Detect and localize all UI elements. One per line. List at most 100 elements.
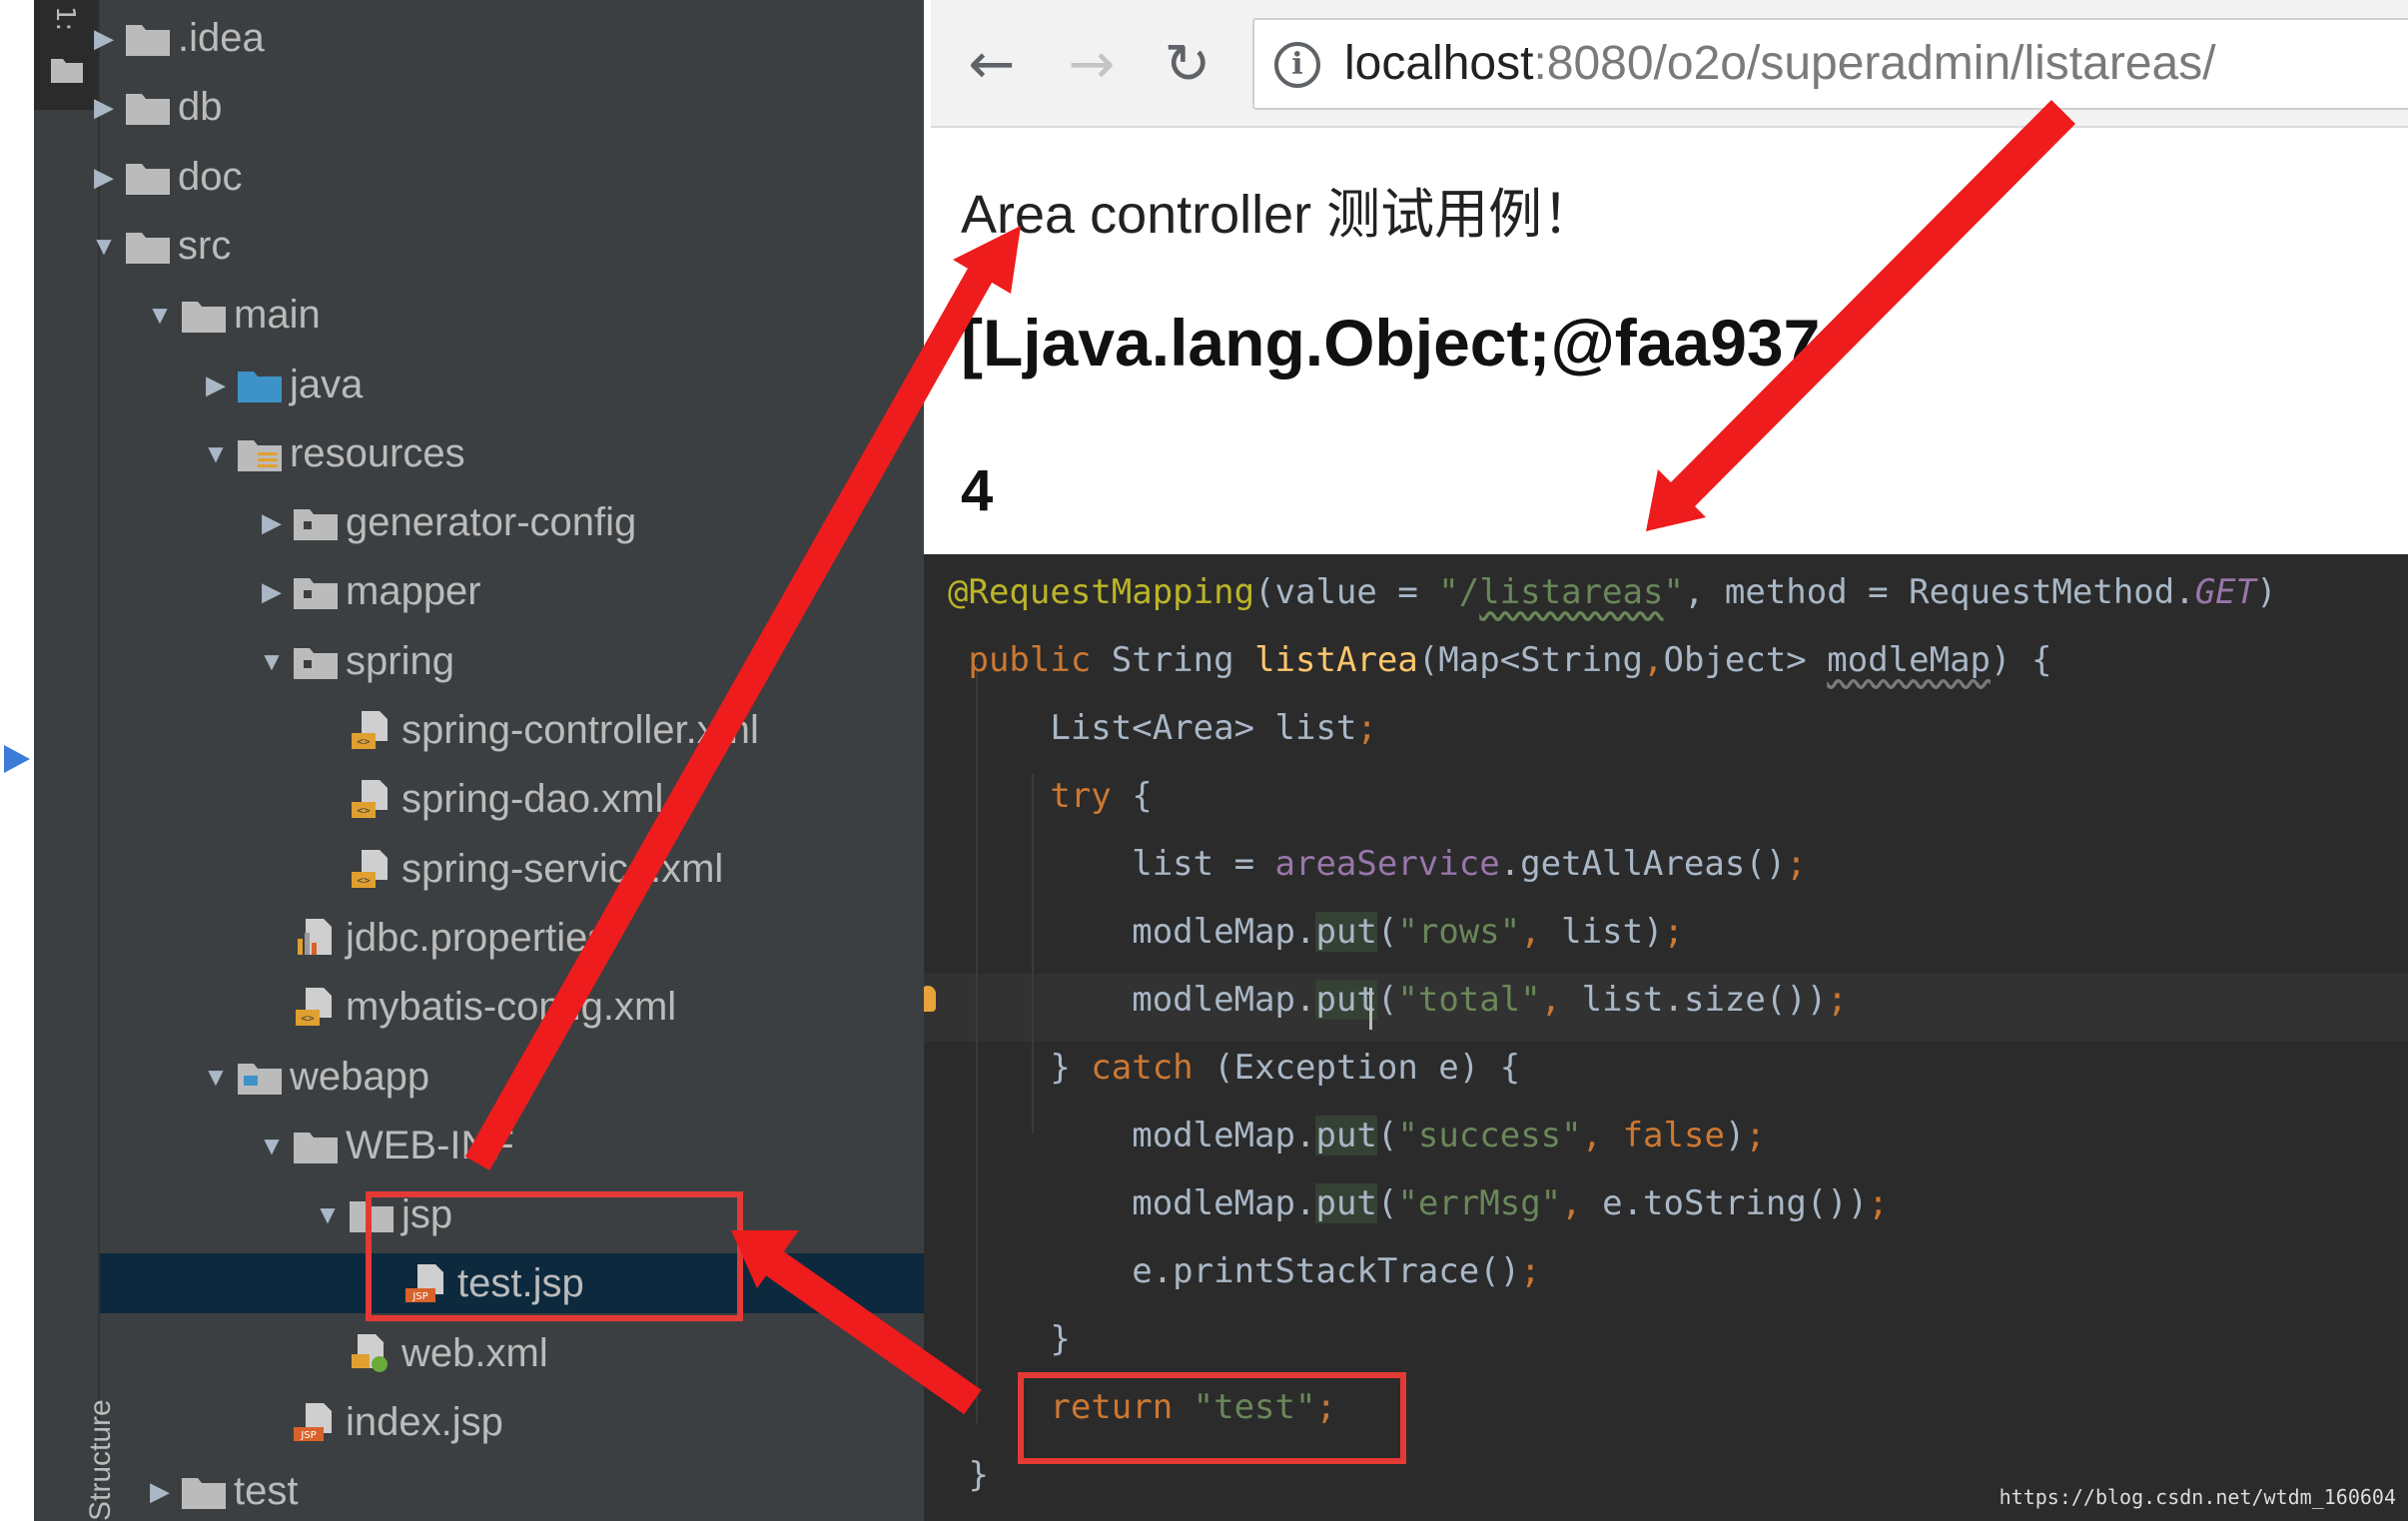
tree-item-mybatis-config-xml[interactable]: <> mybatis-config.xml xyxy=(100,977,924,1037)
package-folder-icon xyxy=(292,501,340,543)
code-line[interactable]: List<Area> list; xyxy=(948,694,1377,762)
code-token: false xyxy=(1622,1116,1725,1155)
tree-item-generator-config[interactable]: ▶ generator-config xyxy=(100,492,924,552)
collapsed-arrow-icon[interactable]: ▶ xyxy=(90,91,118,123)
tree-item-test[interactable]: ▶ test xyxy=(100,1461,924,1521)
tree-item-label: .idea xyxy=(178,16,265,60)
code-token: listArea xyxy=(1254,640,1418,680)
tree-item-web-inf[interactable]: ▼ WEB-INF xyxy=(100,1116,924,1175)
svg-text:JSP: JSP xyxy=(300,1430,316,1441)
tree-item-label: WEB-INF xyxy=(346,1123,514,1167)
code-token: , xyxy=(1520,912,1562,952)
folder-icon xyxy=(124,225,172,267)
tree-item-db[interactable]: ▶ db xyxy=(94,77,924,137)
browser-toolbar: ← → ↻ i localhost:8080/o2o/superadmin/li… xyxy=(931,0,2408,128)
tree-item-web-xml[interactable]: web.xml xyxy=(100,1323,924,1383)
tree-item-mapper[interactable]: ▶ mapper xyxy=(100,561,924,621)
tree-item-label: db xyxy=(178,85,223,130)
project-tool-tab[interactable]: 1: xyxy=(34,0,98,110)
tree-item-index-jsp[interactable]: JSP index.jsp xyxy=(100,1392,924,1452)
code-token: catch xyxy=(1091,1048,1214,1088)
collapsed-arrow-icon[interactable]: ▶ xyxy=(202,369,230,400)
code-token: , xyxy=(1540,980,1582,1020)
code-token: modleMap. xyxy=(948,1116,1316,1155)
code-token: (Exception e) { xyxy=(1213,1048,1521,1088)
expanded-arrow-icon[interactable]: ▼ xyxy=(258,1130,286,1161)
code-token: "total" xyxy=(1397,980,1541,1020)
page-object-text: [Ljava.lang.Object;@faa937 xyxy=(961,306,1821,380)
address-bar[interactable]: i localhost:8080/o2o/superadmin/listarea… xyxy=(1252,18,2408,110)
code-token: ; xyxy=(1786,844,1807,884)
code-line[interactable]: e.printStackTrace(); xyxy=(948,1237,1540,1305)
tree-item-label: main xyxy=(234,293,321,338)
project-folder-icon xyxy=(51,59,83,83)
code-token: "errMsg" xyxy=(1397,1183,1562,1223)
code-token: @RequestMapping xyxy=(948,572,1255,612)
code-token: , method = RequestMethod. xyxy=(1683,572,2195,612)
code-line[interactable]: list = areaService.getAllAreas(); xyxy=(948,830,1807,898)
collapsed-arrow-icon[interactable]: ▶ xyxy=(146,1475,174,1507)
expanded-arrow-icon[interactable]: ▼ xyxy=(202,1061,230,1093)
tree-item-label: spring-controller.xml xyxy=(401,708,759,752)
expanded-arrow-icon[interactable]: ▼ xyxy=(314,1198,342,1230)
code-line[interactable]: try { xyxy=(948,762,1153,830)
tree-item-java[interactable]: ▶ java xyxy=(100,355,924,414)
expanded-arrow-icon[interactable]: ▼ xyxy=(258,645,286,677)
left-gutter xyxy=(0,0,34,1521)
reload-button[interactable]: ↻ xyxy=(1153,30,1222,100)
code-line[interactable]: modleMap.put("success", false); xyxy=(948,1102,1766,1169)
expanded-arrow-icon[interactable]: ▼ xyxy=(90,230,118,262)
url-text[interactable]: localhost:8080/o2o/superadmin/listareas/ xyxy=(1344,34,2216,94)
tree-item-spring-controller-xml[interactable]: <> spring-controller.xml xyxy=(100,700,924,760)
code-token: ) { xyxy=(1991,640,2052,680)
collapsed-arrow-icon[interactable]: ▶ xyxy=(90,22,118,54)
tree-item-idea[interactable]: ▶ .idea xyxy=(94,8,924,68)
tree-item-webapp[interactable]: ▼ webapp xyxy=(100,1047,924,1107)
return-highlight-box xyxy=(1018,1372,1406,1464)
tree-item-src[interactable]: ▼ src xyxy=(91,216,924,276)
tree-item-spring[interactable]: ▼ spring xyxy=(100,631,924,691)
package-folder-icon xyxy=(292,640,340,682)
code-token: list.size()) xyxy=(1581,980,1828,1020)
code-line[interactable]: @RequestMapping(value = "/listareas", me… xyxy=(948,558,2277,626)
xml-file-icon: <> xyxy=(292,986,340,1028)
expanded-arrow-icon[interactable]: ▼ xyxy=(202,437,230,469)
code-token: { xyxy=(1132,776,1153,816)
code-token: "/ xyxy=(1438,572,1480,612)
back-button[interactable]: ← xyxy=(957,30,1027,100)
tree-item-jdbc-properties[interactable]: jdbc.properties xyxy=(100,908,924,968)
collapsed-arrow-icon[interactable]: ▶ xyxy=(258,506,286,538)
code-line[interactable]: modleMap.put("rows", list); xyxy=(948,898,1684,966)
tree-item-doc[interactable]: ▶ doc xyxy=(94,147,924,207)
properties-file-icon xyxy=(292,917,340,959)
code-token: listareas xyxy=(1479,572,1664,612)
collapsed-arrow-icon[interactable]: ▶ xyxy=(90,161,118,193)
project-tab-label: 1: xyxy=(50,6,80,32)
code-token: put xyxy=(1315,912,1377,952)
code-line[interactable]: } catch (Exception e) { xyxy=(948,1034,1520,1102)
intention-bulb-icon[interactable] xyxy=(924,986,936,1012)
code-token: } xyxy=(948,1455,989,1495)
code-token: (Map<String xyxy=(1417,640,1643,680)
expanded-arrow-icon[interactable]: ▼ xyxy=(146,299,174,331)
tree-item-resources[interactable]: ▼ resources xyxy=(100,423,924,483)
code-token: put xyxy=(1315,1183,1377,1223)
tree-item-main[interactable]: ▼ main xyxy=(100,285,924,345)
site-info-icon[interactable]: i xyxy=(1274,42,1320,88)
tree-item-label: mapper xyxy=(346,569,481,614)
tree-item-label: spring-service.xml xyxy=(401,846,724,891)
code-line[interactable]: public String listArea(Map<String,Object… xyxy=(948,626,2051,694)
code-line[interactable]: } xyxy=(948,1305,1070,1373)
code-line[interactable]: modleMap.put("total", list.size()); xyxy=(948,966,1848,1034)
resources-folder-icon xyxy=(236,432,284,474)
tree-item-spring-dao-xml[interactable]: <> spring-dao.xml xyxy=(100,769,924,829)
forward-button[interactable]: → xyxy=(1057,30,1127,100)
code-line[interactable]: modleMap.put("errMsg", e.toString()); xyxy=(948,1169,1889,1237)
jsp-file-icon: JSP xyxy=(292,1401,340,1443)
tree-item-label: index.jsp xyxy=(346,1400,503,1444)
svg-text:<>: <> xyxy=(301,1012,315,1025)
tree-item-spring-service-xml[interactable]: <> spring-service.xml xyxy=(100,839,924,899)
code-line[interactable]: } xyxy=(948,1441,989,1509)
collapsed-arrow-icon[interactable]: ▶ xyxy=(258,575,286,607)
code-token: modleMap. xyxy=(948,1183,1316,1223)
